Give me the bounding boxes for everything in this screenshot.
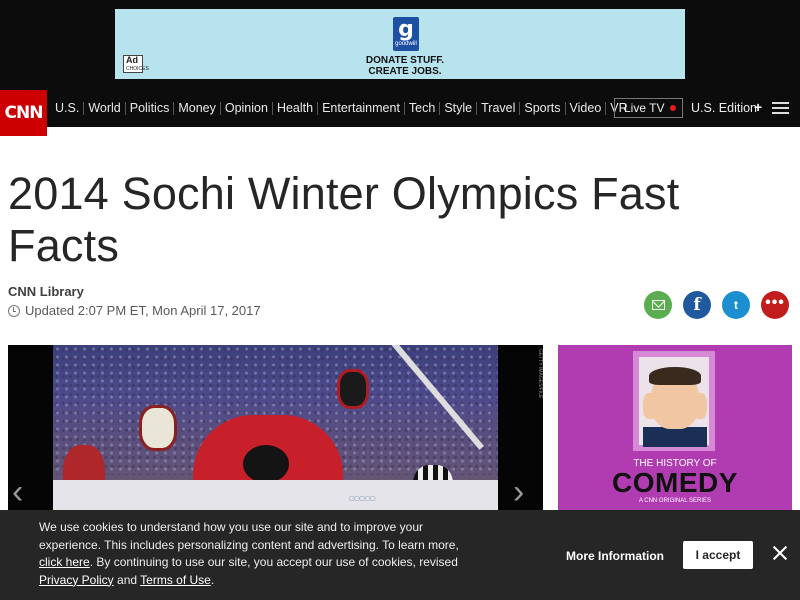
top-ad-bar: Ad CHOICES g goodwill DONATE STUFF. CREA… <box>0 0 800 90</box>
clock-icon <box>8 304 20 317</box>
nav-link-entertainment[interactable]: Entertainment <box>318 102 405 115</box>
nav-link-video[interactable]: Video <box>566 102 607 115</box>
cookie-text-3: and <box>113 572 141 587</box>
cookie-link-click-here[interactable]: click here <box>39 555 90 569</box>
main-nav: CNN U.S. World Politics Money Opinion He… <box>0 90 800 136</box>
twitter-icon: t <box>734 298 738 312</box>
cookie-text-2: . By continuing to use our site, you acc… <box>89 555 458 569</box>
goodwill-logo-name: goodwill <box>395 41 417 47</box>
ad-choices-label: Ad <box>126 55 138 65</box>
updated-timestamp: Updated 2:07 PM ET, Mon April 17, 2017 <box>8 303 261 318</box>
ad-tagline-line2: CREATE JOBS. <box>368 66 442 77</box>
accept-cookies-button[interactable]: I accept <box>683 541 753 569</box>
edition-plus-icon[interactable]: + <box>754 99 762 115</box>
ad-tagline-line1: DONATE STUFF. <box>365 55 445 66</box>
nav-link-travel[interactable]: Travel <box>477 102 521 115</box>
goodwill-logo-icon: g goodwill <box>393 17 419 51</box>
photo-gallery: ○○○○○ ‹ › GETTY IMAGES/FILE <box>8 345 543 510</box>
ad-portrait-frame <box>633 351 715 451</box>
nav-links: U.S. World Politics Money Opinion Health… <box>54 90 632 127</box>
photo-credit: GETTY IMAGES/FILE <box>537 349 543 399</box>
goodwill-logo-glyph: g <box>398 17 414 42</box>
share-email-button[interactable] <box>644 291 672 319</box>
hamburger-menu-icon[interactable] <box>772 102 789 115</box>
cnn-logo[interactable]: CNN <box>0 90 47 136</box>
ad-choices-sub: CHOICES <box>126 66 149 72</box>
cookie-text: We use cookies to understand how you use… <box>39 519 459 589</box>
goodwill-ad-banner[interactable]: Ad CHOICES g goodwill DONATE STUFF. CREA… <box>115 9 685 79</box>
edition-selector[interactable]: U.S. Edition <box>691 101 757 115</box>
nav-link-politics[interactable]: Politics <box>126 102 175 115</box>
comedy-series-ad[interactable]: THE HISTORY OF COMEDY A CNN ORIGINAL SER… <box>558 345 792 510</box>
more-information-button[interactable]: More Information <box>566 549 664 563</box>
hockey-photo: ○○○○○ <box>53 345 498 510</box>
cookie-link-terms[interactable]: Terms of Use <box>140 573 211 587</box>
nav-link-sports[interactable]: Sports <box>520 102 566 115</box>
nav-link-us[interactable]: U.S. <box>54 102 85 115</box>
side-ad-sub: A CNN ORIGINAL SERIES <box>638 498 712 504</box>
nav-link-opinion[interactable]: Opinion <box>221 102 273 115</box>
cookie-text-4: . <box>210 572 215 587</box>
live-tv-label: Live TV <box>624 101 665 115</box>
live-tv-button[interactable]: Live TV <box>614 98 683 118</box>
updated-text: Updated 2:07 PM ET, Mon April 17, 2017 <box>25 303 261 318</box>
page-title: 2014 Sochi Winter Olympics Fast Facts <box>8 168 680 271</box>
cookie-link-privacy[interactable]: Privacy Policy <box>39 573 114 587</box>
ad-choices-icon[interactable]: Ad CHOICES <box>123 55 149 73</box>
byline[interactable]: CNN Library <box>8 284 84 299</box>
cookie-banner: We use cookies to understand how you use… <box>0 510 800 600</box>
gallery-prev-icon[interactable]: ‹ <box>12 475 23 509</box>
nav-link-health[interactable]: Health <box>273 102 319 115</box>
live-dot-icon <box>670 105 676 111</box>
ad-tagline: DONATE STUFF. CREATE JOBS. <box>345 55 465 77</box>
nav-link-tech[interactable]: Tech <box>405 102 441 115</box>
share-more-button[interactable]: ••• <box>761 291 789 319</box>
email-icon <box>652 300 665 310</box>
facebook-icon: f <box>693 295 701 315</box>
share-twitter-button[interactable]: t <box>722 291 750 319</box>
close-icon[interactable] <box>770 543 790 563</box>
share-facebook-button[interactable]: f <box>683 291 711 319</box>
gallery-next-icon[interactable]: › <box>513 475 524 509</box>
more-icon: ••• <box>765 294 785 311</box>
nav-link-money[interactable]: Money <box>174 102 221 115</box>
nav-link-world[interactable]: World <box>84 102 126 115</box>
cookie-text-1: We use cookies to understand how you use… <box>39 520 459 552</box>
nav-link-style[interactable]: Style <box>440 102 478 115</box>
side-ad-comedy: COMEDY <box>612 467 738 498</box>
